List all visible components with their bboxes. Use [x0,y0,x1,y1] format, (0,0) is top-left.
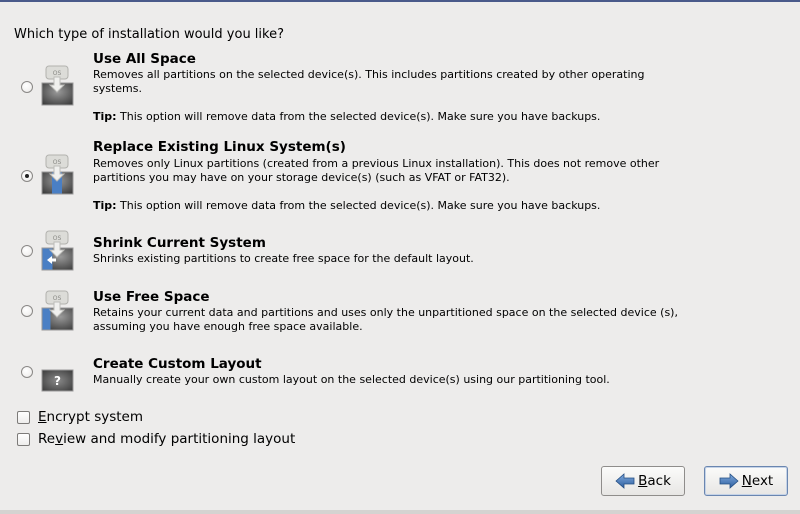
window-bottom-border [0,510,800,514]
next-button[interactable]: Next [704,466,788,496]
label-pre: Re [38,431,56,447]
tip-label: Tip: [93,110,117,123]
radio-replace-linux[interactable] [21,170,33,182]
mnemonic: N [741,473,752,489]
option-tip: Tip: This option will remove data from t… [93,199,600,212]
window-top-border [0,0,800,2]
tip-text: This option will remove data from the se… [116,110,601,123]
svg-text:OS: OS [53,295,62,302]
page-question: Which type of installation would you lik… [14,27,284,42]
back-arrow-icon [615,473,635,489]
use-all-space-icon: OS [41,65,74,106]
option-title: Shrink Current System [93,235,266,251]
radio-use-free-space[interactable] [21,305,33,317]
label-rest: ack [647,473,671,489]
back-button[interactable]: Back [601,466,685,496]
label-rest: iew and modify partitioning layout [63,431,296,447]
replace-linux-icon: OS [41,154,74,195]
option-description: Manually create your own custom layout o… [93,373,610,386]
option-description: Removes all partitions on the selected d… [93,68,645,95]
tip-label: Tip: [93,199,117,212]
option-title: Use All Space [93,51,196,67]
option-description: Removes only Linux partitions (created f… [93,157,660,184]
custom-layout-icon: ? [41,369,74,392]
review-layout-label: Review and modify partitioning layout [38,431,295,447]
radio-use-all-space[interactable] [21,81,33,93]
option-title: Use Free Space [93,289,210,305]
back-label: Back [638,473,671,489]
review-layout-checkbox[interactable] [17,432,30,446]
next-arrow-icon [719,473,739,489]
svg-text:OS: OS [53,70,62,77]
use-free-space-icon: OS [41,290,74,331]
radio-custom-layout[interactable] [21,366,33,378]
encrypt-system-checkbox-row[interactable]: Encrypt system [17,409,143,425]
svg-text:OS: OS [53,159,62,166]
radio-shrink-system[interactable] [21,245,33,257]
svg-text:?: ? [54,374,61,388]
option-title: Create Custom Layout [93,356,262,372]
option-description: Retains your current data and partitions… [93,306,678,333]
tip-text: This option will remove data from the se… [116,199,601,212]
label-rest: ext [751,473,774,489]
option-description: Shrinks existing partitions to create fr… [93,252,474,265]
encrypt-system-label: Encrypt system [38,409,143,425]
mnemonic: v [55,431,64,447]
option-tip: Tip: This option will remove data from t… [93,110,600,123]
shrink-system-icon: OS [41,230,74,271]
option-title: Replace Existing Linux System(s) [93,139,346,155]
mnemonic: B [638,473,648,489]
label-rest: ncrypt system [46,409,144,425]
review-layout-checkbox-row[interactable]: Review and modify partitioning layout [17,431,295,447]
svg-text:OS: OS [53,235,62,242]
mnemonic: E [38,409,47,425]
next-label: Next [742,473,773,489]
encrypt-system-checkbox[interactable] [17,410,30,424]
